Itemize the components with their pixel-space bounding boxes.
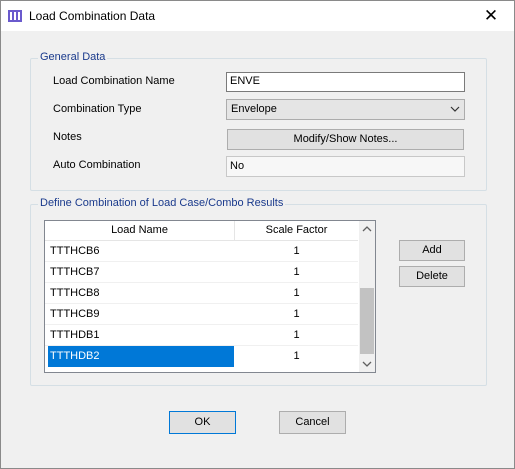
load-name-cell[interactable]: TTTHCB8 xyxy=(48,283,234,304)
load-name-cell[interactable]: TTTHDB1 xyxy=(48,325,234,346)
close-icon[interactable]: ✕ xyxy=(468,1,514,31)
combination-type-select[interactable]: Envelope xyxy=(226,99,465,120)
modify-notes-button[interactable]: Modify/Show Notes... xyxy=(227,129,464,150)
col-load-name[interactable]: Load Name xyxy=(45,221,235,240)
table-row[interactable]: TTTHCB7 1 xyxy=(45,262,358,283)
auto-combination-label: Auto Combination xyxy=(53,159,141,171)
add-button[interactable]: Add xyxy=(399,240,465,261)
load-name-cell[interactable]: TTTHCB9 xyxy=(48,304,234,325)
scale-factor-cell[interactable]: 1 xyxy=(235,304,358,325)
name-label: Load Combination Name xyxy=(53,75,175,87)
vertical-scrollbar[interactable] xyxy=(359,221,375,372)
type-label: Combination Type xyxy=(53,103,142,115)
col-scale-factor[interactable]: Scale Factor xyxy=(235,221,358,240)
load-name-cell[interactable]: TTTHCB6 xyxy=(48,241,234,262)
table-row[interactable]: TTTHCB6 1 xyxy=(45,241,358,262)
notes-label: Notes xyxy=(53,131,82,143)
chevron-down-icon xyxy=(450,106,460,112)
load-name-cell[interactable]: TTTHDB2 xyxy=(48,346,234,367)
auto-combination-value: No xyxy=(226,156,465,177)
define-combination-legend: Define Combination of Load Case/Combo Re… xyxy=(38,197,286,209)
title-bar: Load Combination Data ✕ xyxy=(1,1,514,31)
scrollbar-thumb[interactable] xyxy=(360,288,374,354)
window-title: Load Combination Data xyxy=(29,9,156,23)
scale-factor-cell[interactable]: 1 xyxy=(235,283,358,304)
app-grid-icon xyxy=(8,10,22,22)
scroll-up-icon[interactable] xyxy=(359,221,375,238)
load-name-cell[interactable]: TTTHCB7 xyxy=(48,262,234,283)
ok-button[interactable]: OK xyxy=(169,411,236,434)
delete-button[interactable]: Delete xyxy=(399,266,465,287)
grid-header: Load Name Scale Factor xyxy=(45,221,358,241)
table-row[interactable]: TTTHCB9 1 xyxy=(45,304,358,325)
table-row-selected[interactable]: TTTHDB2 1 xyxy=(45,346,358,367)
table-row[interactable]: TTTHDB1 1 xyxy=(45,325,358,346)
cancel-button[interactable]: Cancel xyxy=(279,411,346,434)
load-combination-grid[interactable]: Load Name Scale Factor TTTHCB6 1 TTTHCB7… xyxy=(44,220,376,373)
scale-factor-cell[interactable]: 1 xyxy=(235,262,358,283)
table-row[interactable]: TTTHCB8 1 xyxy=(45,283,358,304)
combination-type-value: Envelope xyxy=(231,103,277,115)
combination-name-input[interactable]: ENVE xyxy=(226,72,465,92)
scroll-down-icon[interactable] xyxy=(359,355,375,372)
dialog-window: Load Combination Data ✕ General Data Loa… xyxy=(0,0,515,469)
scale-factor-cell[interactable]: 1 xyxy=(235,346,358,367)
scale-factor-cell[interactable]: 1 xyxy=(235,325,358,346)
scale-factor-cell[interactable]: 1 xyxy=(235,241,358,262)
general-data-legend: General Data xyxy=(38,51,108,63)
